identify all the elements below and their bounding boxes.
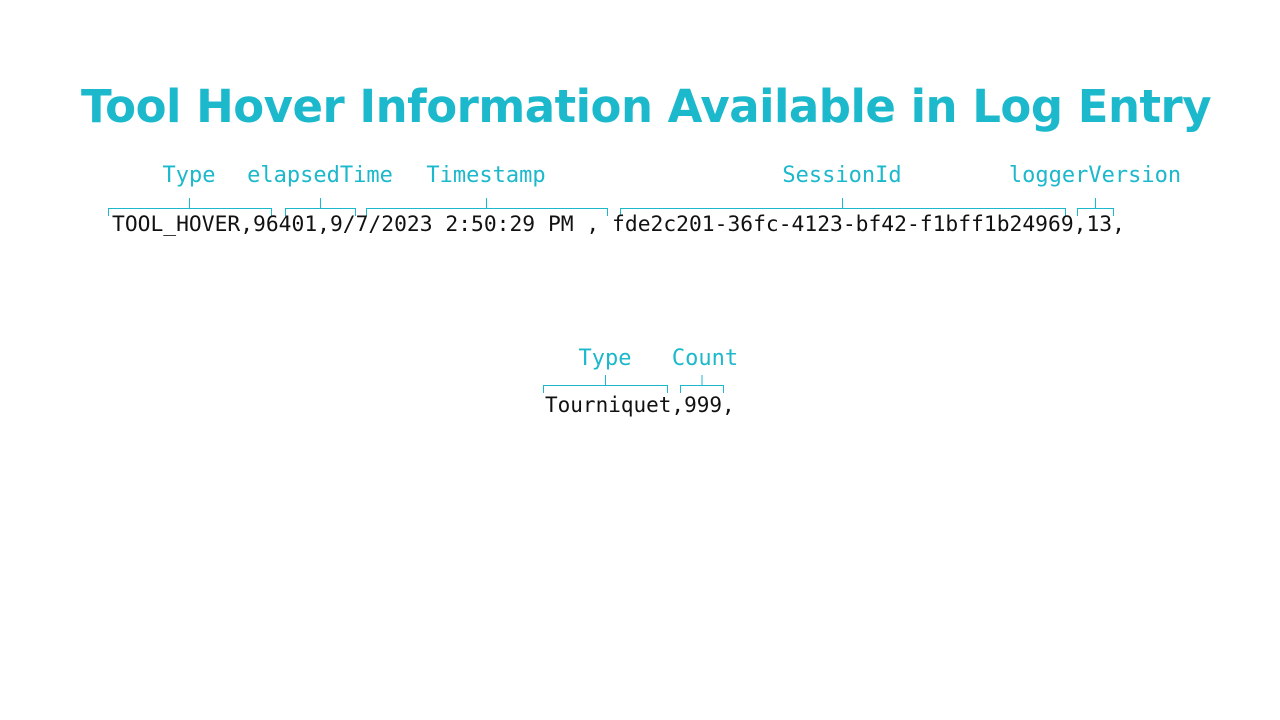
log-field-label-logger-version: loggerVersion	[1008, 163, 1182, 188]
hover-info-text: Tourniquet,999,	[545, 393, 735, 417]
log-field-label-session-id: SessionId	[782, 163, 902, 188]
diagram-canvas: Tool Hover Information Available in Log …	[0, 0, 1280, 720]
hover-field-label-count: Count	[671, 346, 739, 371]
log-field-label-elapsed-time: elapsedTime	[247, 163, 393, 188]
log-entry-text: TOOL_HOVER,96401,9/7/2023 2:50:29 PM , f…	[112, 212, 1125, 237]
hover-field-label-type: Type	[578, 346, 632, 371]
diagram-title: Tool Hover Information Available in Log …	[80, 80, 1212, 133]
log-field-label-type: Type	[162, 163, 216, 188]
log-field-label-timestamp: Timestamp	[426, 163, 546, 188]
